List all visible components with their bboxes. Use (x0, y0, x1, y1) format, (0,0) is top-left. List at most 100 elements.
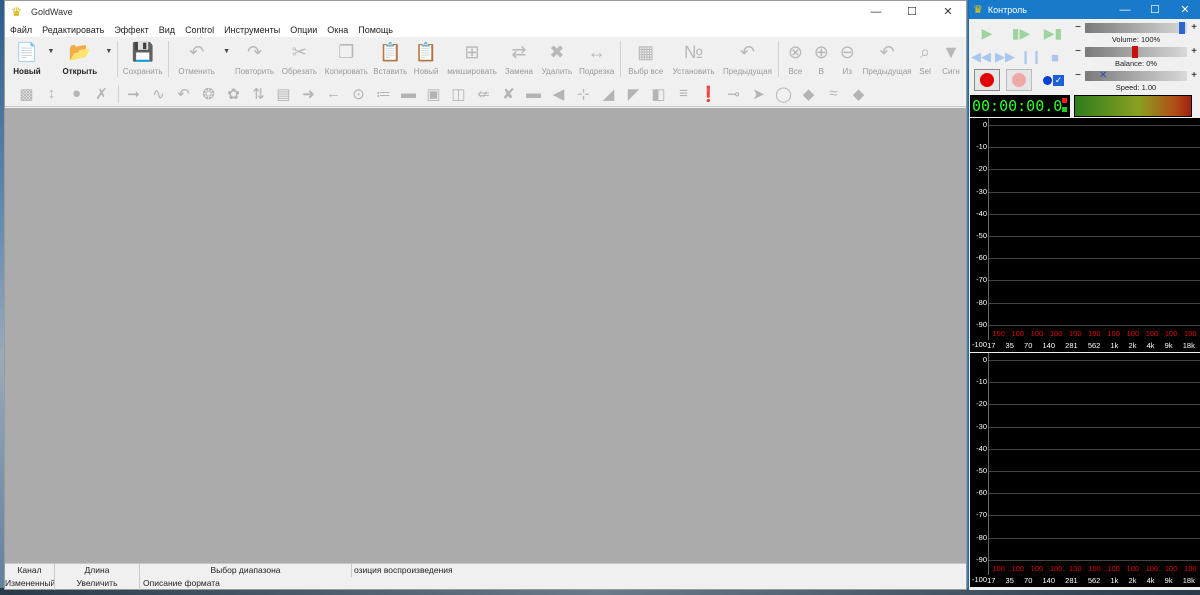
monitor-checkbox[interactable]: ✓ (1053, 75, 1064, 86)
effect-icon-11[interactable]: ➜ (297, 83, 320, 105)
effect-icon-24[interactable]: ◤ (622, 83, 645, 105)
workspace-area[interactable] (5, 108, 966, 563)
main-titlebar[interactable]: ♛ GoldWave — ☐ ✕ (5, 1, 966, 22)
effect-icon-0[interactable]: ▩ (15, 83, 38, 105)
fast-forward-icon[interactable]: ▶▶ (995, 47, 1015, 67)
record-button[interactable] (974, 69, 1000, 91)
toolbar-btn-15[interactable]: ↶ Предыдущая (720, 37, 776, 81)
dropdown-arrow-icon[interactable]: ▼ (104, 29, 114, 73)
toolbar-btn-10[interactable]: ⇄ Замена (501, 37, 537, 81)
rewind-icon[interactable]: ◀◀ (971, 47, 991, 67)
toolbar-btn-14[interactable]: № Установить (668, 37, 720, 81)
menu-view[interactable]: Вид (154, 25, 180, 35)
toolbar-btn-12[interactable]: ↔ Подрезка (577, 37, 617, 81)
toolbar-btn-18[interactable]: ⊖ Из (834, 37, 860, 81)
play-icon[interactable]: ▶ (977, 23, 997, 43)
effect-icon-33[interactable]: ◆ (847, 83, 870, 105)
effect-icon-29[interactable]: ➤ (747, 83, 770, 105)
toolbar-btn-6[interactable]: ❐ Копировать (321, 37, 371, 81)
speed-slider[interactable]: ✕ (1085, 70, 1187, 82)
effect-icon-2[interactable]: ● (65, 83, 88, 105)
time-readout: 00:00:00.0 (972, 97, 1063, 115)
effect-icon-6[interactable]: ↶ (172, 83, 195, 105)
control-close-button[interactable]: ✕ (1170, 0, 1200, 19)
effect-icon-22[interactable]: ⊹ (572, 83, 595, 105)
effect-icon-21[interactable]: ◀ (547, 83, 570, 105)
volume-increase-button[interactable]: + (1189, 22, 1199, 34)
speed-decrease-button[interactable]: − (1073, 70, 1083, 82)
effect-icon-12[interactable]: ← (322, 83, 345, 105)
balance-increase-button[interactable]: + (1189, 46, 1199, 58)
effect-icon-3[interactable]: ✗ (90, 83, 113, 105)
effect-icon-31[interactable]: ◆ (797, 83, 820, 105)
spectrum-gridline (989, 258, 1200, 260)
menu-help[interactable]: Помощь (353, 25, 398, 35)
effect-icon-28[interactable]: ⊸ (722, 83, 745, 105)
effect-icon-8[interactable]: ✿ (222, 83, 245, 105)
menu-control[interactable]: Control (180, 25, 219, 35)
effect-icon-7[interactable]: ❂ (197, 83, 220, 105)
toolbar-btn-5[interactable]: ✂ Обрезать (277, 37, 321, 81)
toolbar-btn-3[interactable]: ↶ Отменить (172, 37, 222, 81)
effect-icon-16[interactable]: ▣ (422, 83, 445, 105)
menu-options[interactable]: Опции (285, 25, 322, 35)
menu-window[interactable]: Окна (322, 25, 353, 35)
toolbar-btn-7[interactable]: 📋 Вставить (371, 37, 409, 81)
dropdown-arrow-icon[interactable]: ▼ (46, 29, 56, 73)
record-selection-button[interactable] (1006, 69, 1032, 91)
effect-icon-26[interactable]: ≡ (672, 83, 695, 105)
toolbar-btn-16[interactable]: ⊗ Все (782, 37, 808, 81)
volume-decrease-button[interactable]: − (1073, 22, 1083, 34)
effect-icon-4[interactable]: ➞ (122, 83, 145, 105)
minimize-button[interactable]: — (858, 1, 894, 22)
effect-icon-15[interactable]: ▬ (397, 83, 420, 105)
effect-icon-9[interactable]: ⇅ (247, 83, 270, 105)
maximize-button[interactable]: ☐ (894, 1, 930, 22)
toolbar-btn-1[interactable]: 📂 Открыть (56, 37, 104, 81)
effect-icon-5[interactable]: ∿ (147, 83, 170, 105)
toolbar-btn-19[interactable]: ↶ Предыдущая (860, 37, 914, 81)
balance-slider[interactable] (1085, 46, 1187, 58)
play-to-end-icon[interactable]: ▶▮ (1043, 23, 1063, 43)
effect-icon-18[interactable]: ⇍ (472, 83, 495, 105)
close-button[interactable]: ✕ (930, 1, 966, 22)
toolbar-btn-9[interactable]: ⊞ микшировать (443, 37, 501, 81)
speed-thumb-icon[interactable]: ✕ (1099, 70, 1108, 82)
effect-icon-10[interactable]: ▤ (272, 83, 295, 105)
effect-icon-1[interactable]: ↕ (40, 83, 63, 105)
pause-icon[interactable]: ❙❙ (1020, 47, 1042, 67)
balance-thumb-icon[interactable] (1132, 46, 1138, 58)
control-titlebar[interactable]: ♛ Контроль — ☐ ✕ (969, 0, 1200, 19)
toolbar-btn-13[interactable]: ▦ Выбр все (624, 37, 668, 81)
effect-icon-14[interactable]: ≔ (372, 83, 395, 105)
menu-file[interactable]: Файл (5, 25, 37, 35)
control-maximize-button[interactable]: ☐ (1140, 0, 1170, 19)
spectrum-value: 100 (1088, 329, 1101, 338)
effect-icon-17[interactable]: ◫ (447, 83, 470, 105)
effect-icon-20[interactable]: ▬ (522, 83, 545, 105)
speed-increase-button[interactable]: + (1189, 70, 1199, 82)
stop-icon[interactable]: ■ (1045, 47, 1065, 67)
control-minimize-button[interactable]: — (1110, 0, 1140, 19)
effect-icon-23[interactable]: ◢ (597, 83, 620, 105)
toolbar-btn-21[interactable]: ▼ Сигн (936, 37, 966, 81)
toolbar-btn-20[interactable]: ⌕ Sel (914, 37, 936, 81)
effect-icon-27[interactable]: ❗ (697, 83, 720, 105)
toolbar-btn-11[interactable]: ✖ Удалить (537, 37, 577, 81)
effect-icon-32[interactable]: ≈ (822, 83, 845, 105)
effect-icon-30[interactable]: ◯ (772, 83, 795, 105)
menu-effect[interactable]: Эффект (109, 25, 153, 35)
balance-decrease-button[interactable]: − (1073, 46, 1083, 58)
effect-icon-19[interactable]: ✘ (497, 83, 520, 105)
effect-icon-25[interactable]: ◧ (647, 83, 670, 105)
toolbar-btn-8[interactable]: 📋 Новый (409, 37, 443, 81)
play-selection-icon[interactable]: ▮▶ (1011, 23, 1031, 43)
volume-thumb-icon[interactable] (1179, 22, 1185, 34)
toolbar-btn-4[interactable]: ↷ Повторить (232, 37, 278, 81)
toolbar-btn-17[interactable]: ⊕ В (808, 37, 834, 81)
toolbar-btn-0[interactable]: 📄 Новый (8, 37, 46, 81)
volume-slider[interactable] (1085, 22, 1187, 34)
dropdown-arrow-icon[interactable]: ▼ (222, 29, 232, 73)
effect-icon-13[interactable]: ⊙ (347, 83, 370, 105)
toolbar-btn-2[interactable]: 💾 Сохранить (121, 37, 165, 81)
